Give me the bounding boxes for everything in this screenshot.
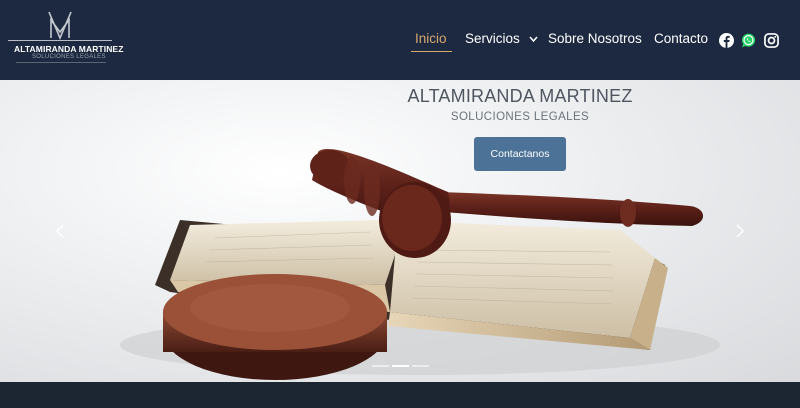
carousel-next-icon[interactable] <box>735 224 745 238</box>
hero-carousel: ALTAMIRANDA MARTINEZ SOLUCIONES LEGALES … <box>0 80 800 382</box>
facebook-icon[interactable] <box>719 33 734 48</box>
whatsapp-icon[interactable] <box>741 33 756 48</box>
nav-item-inicio[interactable]: Inicio <box>415 31 447 46</box>
hero-subtitle: SOLUCIONES LEGALES <box>450 111 590 123</box>
carousel-dot-active[interactable] <box>392 365 409 367</box>
carousel-dot[interactable] <box>412 365 429 367</box>
logo-monogram-icon <box>48 11 72 40</box>
hero-title: ALTAMIRANDA MARTINEZ <box>407 86 633 106</box>
carousel-prev-icon[interactable] <box>55 224 65 238</box>
nav-item-servicios[interactable]: Servicios <box>465 31 538 46</box>
gavel-and-book-image <box>120 148 720 380</box>
chevron-down-icon <box>528 36 538 42</box>
brand-tagline: SOLUCIONES LEGALES <box>32 54 106 60</box>
logo-divider <box>16 62 106 63</box>
active-nav-indicator <box>411 51 452 52</box>
brand-logo[interactable]: ALTAMIRANDA MARTINEZ SOLUCIONES LEGALES <box>8 10 123 63</box>
instagram-icon[interactable] <box>764 33 779 48</box>
logo-divider <box>8 40 112 41</box>
site-header: ALTAMIRANDA MARTINEZ SOLUCIONES LEGALES … <box>0 0 800 80</box>
brand-name: ALTAMIRANDA MARTINEZ <box>14 44 124 54</box>
contact-cta-button[interactable]: Contactanos <box>474 137 566 171</box>
nav-item-label: Servicios <box>465 31 520 46</box>
nav-item-sobre-nosotros[interactable]: Sobre Nosotros <box>548 31 642 46</box>
nav-item-contacto[interactable]: Contacto <box>654 31 708 46</box>
section-divider <box>0 382 800 408</box>
carousel-dot[interactable] <box>372 365 389 367</box>
